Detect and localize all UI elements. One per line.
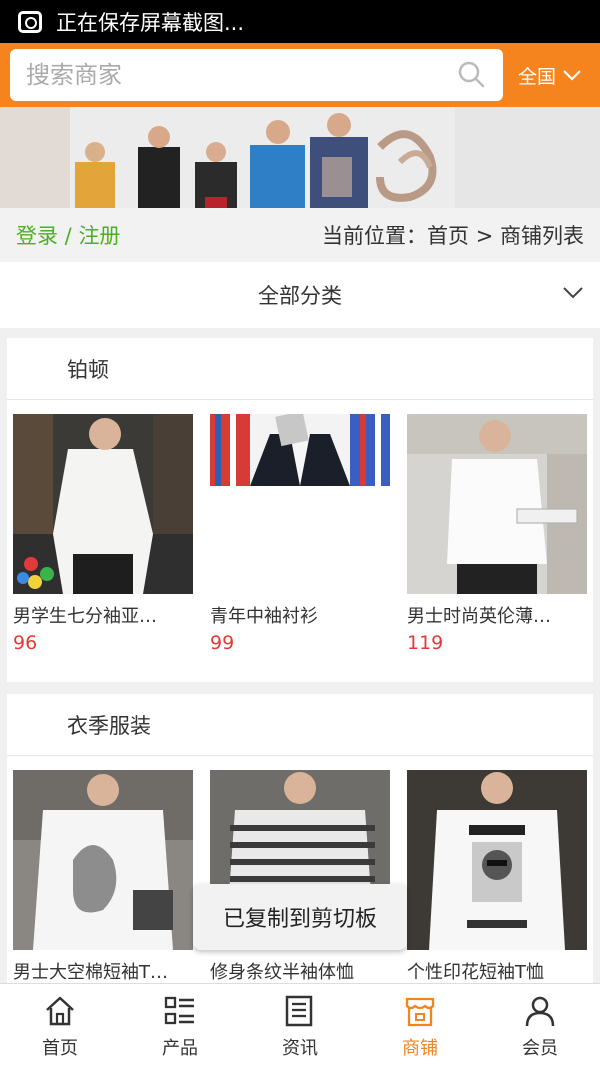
toast-message: 已复制到剪切板 xyxy=(193,884,407,950)
product-image[interactable] xyxy=(210,414,390,594)
product-name: 男学生七分袖亚… xyxy=(13,606,157,627)
product-card[interactable]: 男士大空棉短袖T… xyxy=(13,770,193,984)
screenshot-icon xyxy=(18,10,42,33)
bottom-tab-bar: 首页 产品 资讯 商铺 会员 xyxy=(0,983,600,1067)
product-price: 99 xyxy=(210,632,235,654)
search-box[interactable] xyxy=(10,49,503,101)
product-card[interactable]: 男学生七分袖亚… 96 xyxy=(13,414,193,654)
product-name: 修身条纹半袖体恤 xyxy=(210,962,354,983)
status-text: 正在保存屏幕截图... xyxy=(56,10,245,35)
product-image[interactable] xyxy=(13,770,193,950)
user-icon xyxy=(525,996,555,1027)
register-link[interactable]: 注册 xyxy=(78,224,120,248)
shop-icon xyxy=(405,997,435,1027)
promo-banner[interactable] xyxy=(0,107,600,208)
product-image[interactable] xyxy=(13,414,193,594)
tab-shops[interactable]: 商铺 xyxy=(360,984,480,1067)
chevron-down-icon xyxy=(563,70,581,81)
status-bar: 正在保存屏幕截图... xyxy=(0,0,600,43)
product-card[interactable]: 男士时尚英伦薄… 119 xyxy=(407,414,587,654)
login-link[interactable]: 登录 xyxy=(16,224,58,248)
tab-products[interactable]: 产品 xyxy=(120,984,240,1067)
chevron-down-icon xyxy=(563,287,583,299)
breadcrumb: 当前位置：首页 > 商铺列表 xyxy=(322,224,584,248)
product-image[interactable] xyxy=(407,414,587,594)
app-root: { "status_bar": {"text": "正在保存屏幕截图..."},… xyxy=(0,0,600,1067)
breadcrumb-row: 登录 / 注册 当前位置：首页 > 商铺列表 xyxy=(0,208,600,262)
product-name: 个性印花短袖T恤 xyxy=(407,962,544,983)
tab-home[interactable]: 首页 xyxy=(0,984,120,1067)
region-label: 全国 xyxy=(518,65,557,88)
product-row: 男学生七分袖亚… 96 青年中袖衬衫 99 男士时尚英伦薄… 119 xyxy=(7,400,593,654)
product-price: 119 xyxy=(407,632,444,654)
news-icon xyxy=(285,995,313,1027)
tab-label: 产品 xyxy=(162,1038,198,1059)
shop-title[interactable]: 衣季服装 xyxy=(7,694,593,756)
header-bar: 全国 xyxy=(0,43,600,107)
region-selector[interactable]: 全国 xyxy=(518,43,582,107)
product-image[interactable] xyxy=(407,770,587,950)
banner-image xyxy=(0,107,600,208)
product-card[interactable]: 青年中袖衬衫 99 xyxy=(210,414,390,654)
category-label: 全部分类 xyxy=(258,284,342,308)
tab-label: 首页 xyxy=(42,1038,78,1059)
home-icon xyxy=(46,996,74,1026)
tab-member[interactable]: 会员 xyxy=(480,984,600,1067)
product-card[interactable]: 个性印花短袖T恤 xyxy=(407,770,587,984)
tab-label: 商铺 xyxy=(402,1038,438,1059)
list-icon xyxy=(164,996,194,1025)
product-name: 青年中袖衬衫 xyxy=(210,606,318,627)
product-card[interactable]: 修身条纹半袖体恤 xyxy=(210,770,390,984)
shop-title[interactable]: 铂顿 xyxy=(7,338,593,400)
tab-news[interactable]: 资讯 xyxy=(240,984,360,1067)
product-name: 男士大空棉短袖T… xyxy=(13,962,168,983)
search-icon[interactable] xyxy=(457,60,485,88)
product-name: 男士时尚英伦薄… xyxy=(407,606,551,627)
tab-label: 会员 xyxy=(522,1038,558,1059)
search-input[interactable] xyxy=(26,61,446,89)
tab-label: 资讯 xyxy=(282,1038,318,1059)
auth-links: 登录 / 注册 xyxy=(16,220,120,250)
product-price: 96 xyxy=(13,632,38,654)
auth-separator: / xyxy=(58,224,79,248)
shop-section: 铂顿 男学生七分袖亚… 96 青年中袖衬衫 99 男士时尚英伦薄… 119 xyxy=(7,338,593,682)
category-filter[interactable]: 全部分类 xyxy=(0,262,600,328)
